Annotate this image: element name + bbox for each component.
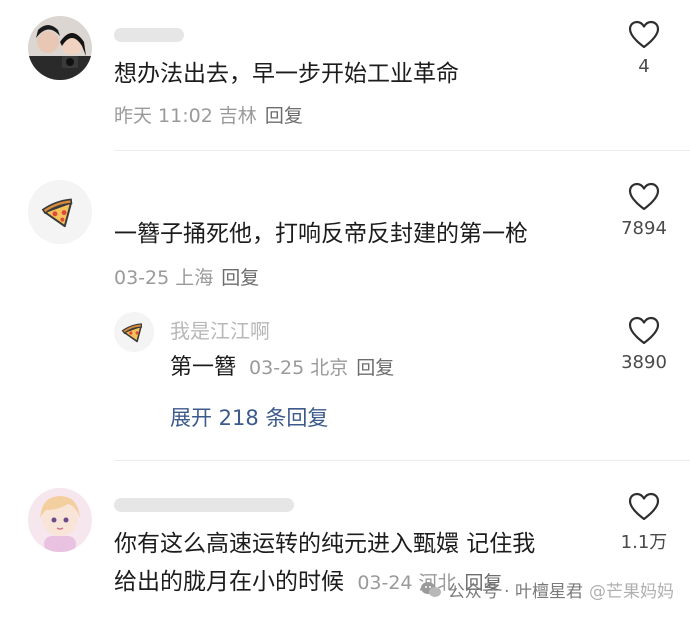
expand-replies-link[interactable]: 展开 218 条回复 (170, 402, 328, 432)
heart-icon (628, 182, 660, 211)
watermark-text: 公众号 · 叶檀星君 (447, 582, 583, 602)
heart-icon (628, 20, 660, 49)
comment-text: 一簪子捅死他，打响反帝反封建的第一枪 (114, 221, 528, 247)
watermark-handle: @芒果妈妈 (589, 582, 674, 602)
reply-content: 第一簪 (170, 355, 237, 380)
like-count: 7894 (621, 218, 667, 239)
reply-date: 03-25 (249, 357, 305, 379)
comment-location: 上海 (175, 267, 214, 289)
comment-date: 昨天 11:02 (114, 105, 213, 127)
username-blurred (114, 28, 184, 42)
divider (114, 150, 690, 151)
reply-location: 北京 (310, 357, 349, 379)
like-count: 1.1万 (620, 532, 668, 553)
comment-date: 03-24 (357, 572, 413, 594)
comment-location: 吉林 (218, 105, 257, 127)
like-button[interactable]: 3890 (604, 316, 684, 373)
comment-date: 03-25 (114, 267, 170, 289)
wechat-icon (420, 581, 441, 597)
like-button[interactable]: 4 (604, 20, 684, 77)
like-button[interactable]: 7894 (604, 182, 684, 239)
user-avatar[interactable] (28, 180, 92, 244)
heart-icon (628, 492, 660, 521)
reply-button[interactable]: 回复 (356, 357, 394, 379)
user-avatar[interactable] (28, 16, 92, 80)
reply-button[interactable]: 回复 (265, 105, 303, 127)
username-blurred (114, 498, 294, 512)
reply-meta: 03-25 北京 回复 (249, 357, 394, 379)
like-button[interactable]: 1.1万 (604, 492, 684, 554)
heart-icon (628, 316, 660, 345)
reply-button[interactable]: 回复 (221, 267, 259, 289)
comment-text: 想办法出去，早一步开始工业革命 (114, 61, 459, 87)
reply-avatar[interactable] (114, 312, 154, 352)
like-count: 3890 (621, 352, 667, 373)
comment-meta: 03-25 上海 回复 (114, 263, 259, 290)
comment-text-line2-content: 给出的胧月在小的时候 (114, 569, 344, 595)
reply-text: 第一簪 03-25 北京 回复 (170, 352, 394, 384)
reply-username[interactable]: 我是江江啊 (170, 315, 270, 344)
watermark: 公众号 · 叶檀星君 @芒果妈妈 (420, 577, 674, 602)
divider (114, 460, 690, 461)
comment-meta: 昨天 11:02 吉林 回复 (114, 101, 303, 128)
like-count: 4 (638, 56, 650, 77)
comment-text-line1: 你有这么高速运转的纯元进入甄嬛 记住我 (114, 531, 536, 557)
user-avatar[interactable] (28, 488, 92, 552)
